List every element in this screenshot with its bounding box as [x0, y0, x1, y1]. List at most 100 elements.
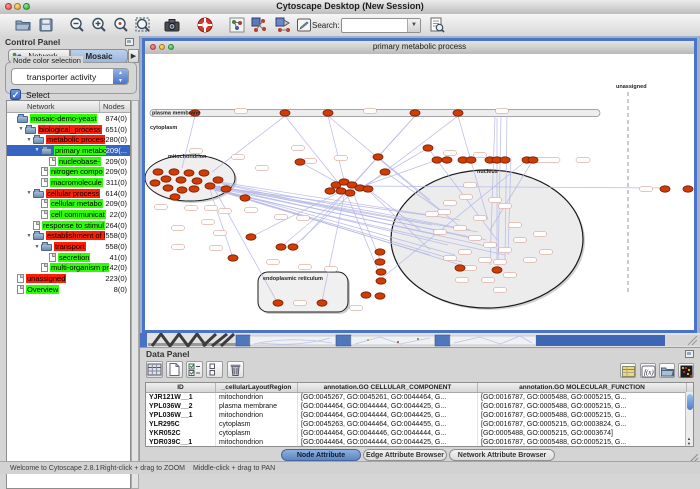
- disclosure-arrow-icon[interactable]: ▼: [33, 147, 41, 153]
- matrix-view-icon[interactable]: [678, 363, 694, 378]
- table-row[interactable]: YJR121W__1mitochondrion[GO:0045267, GO:0…: [146, 393, 693, 402]
- delete-attribute-icon[interactable]: [227, 361, 244, 378]
- leaf-icon: [17, 274, 24, 283]
- tree-row[interactable]: secretion41(0): [7, 252, 130, 263]
- status-bar: Welcome to Cytoscape 2.8.1 Right-click +…: [0, 461, 700, 474]
- tree-row[interactable]: ▼cellular process614(0): [7, 188, 130, 199]
- table-row[interactable]: YLR295Ccytoplasm[GO:0045263, GO:0044464,…: [146, 420, 693, 429]
- table-column-header[interactable]: annotation.GO CELLULAR_COMPONENT: [298, 383, 478, 392]
- open-session-icon[interactable]: [14, 16, 32, 34]
- table-row[interactable]: YKR052Ccytoplasm[GO:0044464, GO:0044446,…: [146, 429, 693, 438]
- tab-scroll-right-icon[interactable]: ▶: [128, 49, 139, 63]
- tree-scrollbar[interactable]: [131, 100, 139, 489]
- help-icon[interactable]: [196, 16, 214, 34]
- attribute-batch-icon[interactable]: [620, 363, 636, 378]
- tab-network-attribute-browser[interactable]: Network Attribute Browser: [449, 449, 555, 461]
- table-cell: [GO:0016787, GO:0005488, GO:0005215, G..…: [478, 393, 687, 402]
- tree-row[interactable]: ▼transport558(0): [7, 241, 130, 252]
- tree-row[interactable]: macromolecule311(0): [7, 177, 130, 188]
- tree-row[interactable]: Overview8(0): [7, 284, 130, 295]
- table-cell: mitochondrion: [216, 438, 298, 447]
- attribute-table-header[interactable]: ID_cellularLayoutRegionannotation.GO CEL…: [146, 383, 693, 393]
- select-nodes-checkbox[interactable]: ✓: [10, 89, 21, 100]
- tree-row[interactable]: cell communicat22(0): [7, 209, 130, 220]
- tab-node-attribute-browser[interactable]: Node Attribute Browser: [281, 449, 361, 461]
- filter-icon[interactable]: [274, 16, 292, 34]
- disclosure-arrow-icon[interactable]: ▼: [33, 244, 41, 250]
- disclosure-arrow-icon[interactable]: ▼: [25, 190, 33, 196]
- folder-icon: [41, 148, 52, 155]
- scrollbar-arrows[interactable]: ▲▼: [685, 436, 693, 446]
- vizmapper-icon[interactable]: [250, 16, 268, 34]
- select-attributes-icon[interactable]: [146, 361, 163, 378]
- annotation-icon[interactable]: [295, 16, 313, 34]
- node-color-dropdown-value: transporter activity: [12, 72, 111, 82]
- search-dropdown-icon[interactable]: ▼: [407, 19, 420, 32]
- node-label: [335, 155, 348, 160]
- attribute-table[interactable]: ID_cellularLayoutRegionannotation.GO CEL…: [145, 382, 694, 447]
- function-builder-icon[interactable]: f(x): [640, 363, 656, 378]
- table-row[interactable]: YDR039C__1mitochondrion[GO:0044464, GO:0…: [146, 438, 693, 447]
- node-color-dropdown[interactable]: transporter activity ▲▼: [11, 68, 129, 85]
- tab-edge-attribute-browser[interactable]: Edge Attribute Browser: [363, 449, 447, 461]
- tree-row[interactable]: ▼biological_process651(0): [7, 124, 130, 135]
- snapshot-icon[interactable]: [163, 16, 181, 34]
- tree-row[interactable]: multi-organism pro42(0): [7, 263, 130, 274]
- table-row[interactable]: YPL036W__2plasma membrane[GO:0044464, GO…: [146, 402, 693, 411]
- scrollbar-thumb[interactable]: [687, 394, 693, 410]
- zoom-fit-icon[interactable]: [134, 16, 152, 34]
- tree-row[interactable]: mosaic-demo-yeast874(0): [7, 113, 130, 124]
- node-label: [275, 214, 288, 219]
- node-label: [267, 259, 280, 264]
- tree-row[interactable]: nucleobase-209(0): [7, 156, 130, 167]
- network-tree-header[interactable]: Network Nodes: [7, 101, 130, 113]
- network-view-window[interactable]: primary metabolic process plasma membran…: [142, 38, 697, 333]
- node-label: [350, 305, 363, 310]
- cytopanel-layout-icon[interactable]: [228, 16, 246, 34]
- import-attributes-icon[interactable]: [659, 363, 675, 378]
- tree-row-count: 651(0): [105, 125, 130, 134]
- disclosure-arrow-icon[interactable]: ▼: [25, 233, 33, 239]
- node-label: [294, 300, 307, 305]
- network-node: [336, 188, 346, 194]
- network-window-titlebar[interactable]: primary metabolic process: [145, 41, 694, 55]
- tree-row[interactable]: ▼establishment of lo558(0): [7, 231, 130, 242]
- table-cell: [GO:0044464, GO:0044444, GO:0044425, G..…: [298, 438, 478, 447]
- zoom-selected-icon[interactable]: [112, 16, 130, 34]
- float-panel-icon[interactable]: [125, 38, 134, 46]
- tree-row-count: 874(0): [105, 114, 130, 123]
- node-label: [464, 265, 477, 270]
- unselect-attributes-icon[interactable]: [206, 361, 223, 378]
- background-windows-strip: [140, 333, 700, 347]
- table-column-header[interactable]: ID: [146, 383, 216, 392]
- table-cell: [GO:0044464, GO:0044444, GO:0044425, G..…: [298, 402, 478, 411]
- search-label: Search:: [312, 21, 340, 30]
- disclosure-arrow-icon[interactable]: ▼: [25, 137, 33, 143]
- zoom-in-icon[interactable]: [90, 16, 108, 34]
- tree-row[interactable]: response to stimul264(0): [7, 220, 130, 231]
- select-all-attributes-icon[interactable]: [186, 361, 203, 378]
- new-attribute-icon[interactable]: [166, 361, 183, 378]
- node-label: [540, 249, 553, 254]
- node-label: [474, 152, 487, 157]
- network-canvas-container[interactable]: plasma membranecytoplasmmitochondrionnuc…: [145, 54, 694, 330]
- node-label: [534, 231, 547, 236]
- advanced-search-icon[interactable]: [428, 16, 446, 34]
- tree-row-label: metabolic process: [46, 135, 105, 144]
- tree-row[interactable]: ▼metabolic process280(0): [7, 134, 130, 145]
- tree-row[interactable]: cellular metabo209(0): [7, 199, 130, 210]
- tree-row[interactable]: nitrogen compo209(0): [7, 166, 130, 177]
- tree-row[interactable]: unassigned223(0): [7, 273, 130, 284]
- table-column-header[interactable]: _cellularLayoutRegion: [216, 383, 298, 392]
- disclosure-arrow-icon[interactable]: ▼: [17, 126, 25, 132]
- search-input[interactable]: ▼: [341, 18, 421, 33]
- data-panel-float-icon[interactable]: [685, 350, 694, 358]
- tree-row-count: 22(0): [109, 210, 130, 219]
- tree-row[interactable]: ▼primary metabo209(...: [7, 145, 130, 156]
- zoom-out-icon[interactable]: [68, 16, 86, 34]
- node-label: [464, 182, 477, 187]
- table-row[interactable]: YPL036W__1mitochondrion[GO:0044464, GO:0…: [146, 411, 693, 420]
- save-session-icon[interactable]: [37, 16, 55, 34]
- table-column-header[interactable]: annotation.GO MOLECULAR_FUNCTION: [478, 383, 687, 392]
- control-panel-title: Control Panel: [5, 37, 60, 47]
